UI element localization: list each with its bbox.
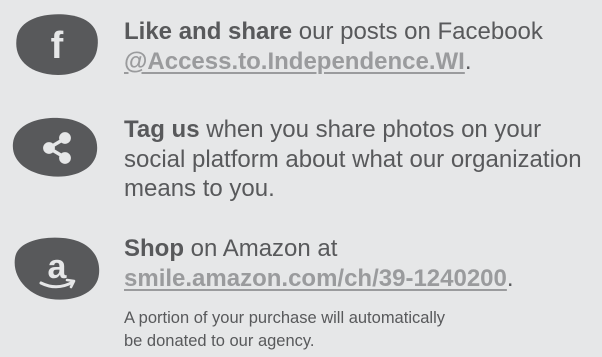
- facebook-handle-link[interactable]: @Access.to.Independence.WI: [124, 48, 465, 75]
- facebook-rest: our posts on Facebook: [292, 18, 543, 45]
- amazon-smile-link[interactable]: smile.amazon.com/ch/39-1240200: [124, 265, 507, 292]
- facebook-punct: .: [464, 47, 472, 75]
- amazon-punct: .: [506, 264, 514, 292]
- svg-text:f: f: [51, 25, 64, 67]
- amazon-icon[interactable]: a: [7, 234, 103, 302]
- amazon-note: A portion of your purchase will automati…: [124, 309, 445, 350]
- tag-text: Tag us when you share photos on your soc…: [124, 115, 596, 204]
- facebook-text: Like and share our posts on Facebook @Ac…: [124, 17, 596, 76]
- amazon-rest: on Amazon at: [184, 235, 338, 262]
- share-icon[interactable]: [7, 113, 103, 181]
- amazon-lead: Shop: [124, 235, 184, 262]
- facebook-icon[interactable]: f: [7, 10, 103, 78]
- amazon-text: Shop on Amazon at smile.amazon.com/ch/39…: [124, 234, 596, 293]
- svg-text:a: a: [48, 248, 68, 286]
- facebook-lead: Like and share: [124, 18, 293, 45]
- tag-lead: Tag us: [124, 116, 200, 143]
